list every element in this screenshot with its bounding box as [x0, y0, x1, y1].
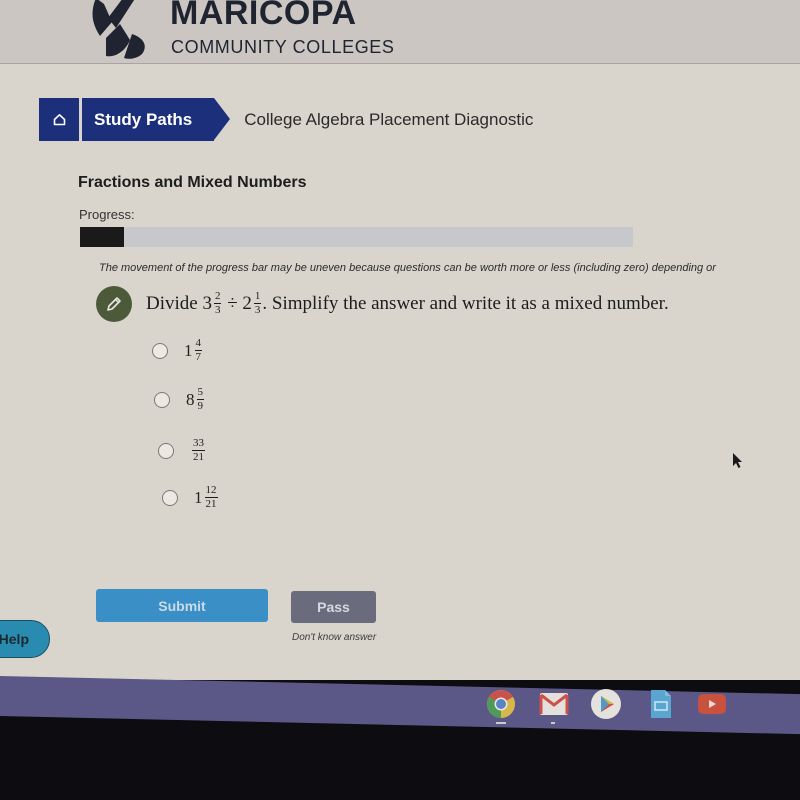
question-text: Divide 3 2 3 ÷ 2 1 3 . Simplify the answ…: [146, 291, 669, 316]
progress-bar: [80, 227, 633, 247]
breadcrumb: Study Paths College Algebra Placement Di…: [39, 98, 533, 141]
option-denominator: 9: [197, 400, 204, 412]
os-shelf: [0, 676, 800, 735]
operand1-fraction: 2 3: [213, 290, 222, 316]
play-store-icon[interactable]: [590, 688, 622, 720]
radio-button[interactable]: [158, 442, 174, 459]
logo-title: MARICOPA: [170, 0, 357, 32]
home-icon: [53, 114, 65, 126]
operand1-numerator: 2: [213, 290, 222, 304]
breadcrumb-study-paths[interactable]: Study Paths: [82, 98, 231, 141]
progress-bar-fill: [80, 227, 125, 247]
question-operator: ÷: [222, 292, 243, 314]
option-whole: 8: [186, 389, 195, 409]
option-whole: 1: [194, 487, 203, 507]
option-fraction: 5 9: [196, 386, 204, 412]
site-header: MARICOPA COMMUNITY COLLEGES: [0, 0, 800, 64]
submit-button[interactable]: Submit: [96, 589, 268, 622]
option-fraction: 12 21: [204, 484, 218, 510]
radio-button[interactable]: [152, 342, 168, 359]
option-numerator: 12: [204, 484, 218, 498]
progress-label: Progress:: [79, 207, 135, 222]
option-numerator: 33: [192, 437, 205, 451]
answer-option[interactable]: 1 4 7: [152, 338, 203, 363]
question-suffix: . Simplify the answer and write it as a …: [262, 292, 669, 314]
option-numerator: 4: [194, 337, 202, 351]
running-indicator: [496, 722, 506, 724]
progress-note: The movement of the progress bar may be …: [99, 262, 716, 274]
option-numerator: 5: [196, 386, 204, 400]
logo-subtitle: COMMUNITY COLLEGES: [171, 37, 395, 57]
radio-button[interactable]: [162, 489, 178, 506]
option-fraction: 4 7: [194, 337, 202, 363]
breadcrumb-current-page: College Algebra Placement Diagnostic: [244, 109, 534, 129]
operand1-whole: 3: [202, 292, 212, 314]
maricopa-logo-icon: [92, 0, 145, 59]
option-denominator: 21: [193, 451, 204, 463]
mouse-cursor-icon: [733, 453, 742, 468]
screen: MARICOPA COMMUNITY COLLEGES Study Paths …: [0, 0, 800, 680]
docs-icon[interactable]: [645, 688, 677, 720]
chrome-icon[interactable]: [485, 688, 517, 720]
pencil-icon: [107, 297, 121, 311]
operand2-denominator: 3: [254, 304, 261, 316]
question-prefix: Divide: [146, 292, 203, 314]
operand2-whole: 2: [242, 292, 252, 314]
pass-hint: Don't know answer: [292, 632, 377, 643]
operand2-numerator: 1: [253, 290, 262, 304]
youtube-icon[interactable]: [696, 688, 728, 720]
answer-option[interactable]: 8 5 9: [154, 387, 205, 412]
section-title: Fractions and Mixed Numbers: [78, 174, 307, 191]
radio-button[interactable]: [154, 391, 170, 408]
option-denominator: 7: [195, 351, 202, 363]
running-indicator: [551, 722, 555, 724]
answer-option[interactable]: 1 12 21: [162, 485, 219, 510]
help-button[interactable]: Help: [0, 620, 50, 658]
gmail-icon[interactable]: [538, 688, 570, 720]
option-whole: 1: [184, 340, 193, 360]
option-fraction: 33 21: [192, 438, 205, 463]
operand1-denominator: 3: [214, 304, 221, 316]
operand2-fraction: 1 3: [253, 290, 262, 316]
answer-option[interactable]: 33 21: [158, 438, 206, 463]
breadcrumb-home[interactable]: [39, 98, 79, 141]
option-denominator: 21: [205, 498, 217, 510]
pass-button[interactable]: Pass: [291, 591, 376, 623]
question-badge: [96, 286, 132, 322]
